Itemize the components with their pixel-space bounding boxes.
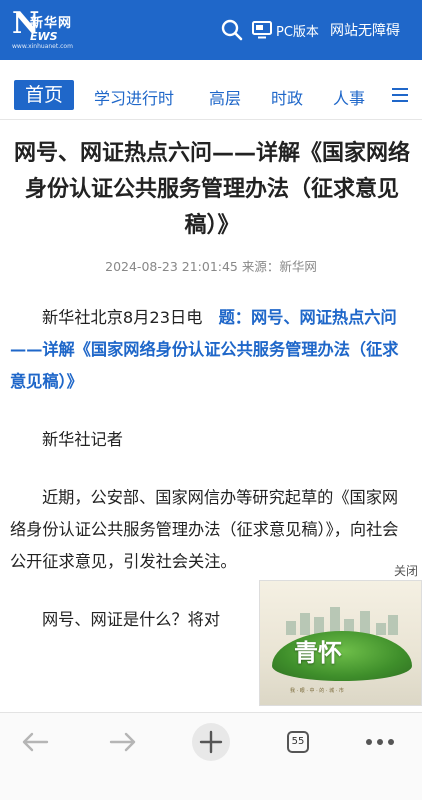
forward-button[interactable] [105, 727, 141, 757]
pc-version-label: PC版本 [276, 24, 319, 40]
mobile-browser-page: N 新华网 EWS www.xinhuanet.com PC版本 网站无障碍 首… [0, 0, 422, 800]
article-meta: 2024-08-23 21:01:45 来源：新华网 [105, 259, 317, 274]
nav-item-personnel[interactable]: 人事 [333, 85, 365, 109]
arrow-left-icon [22, 732, 49, 752]
dateline: 新华社北京8月23日电 [42, 308, 219, 327]
logo-chinese-name: 新华网 [30, 16, 73, 31]
nav-item-study[interactable]: 学习进行时 [94, 85, 174, 109]
logo-url: www.xinhuanet.com [12, 43, 73, 50]
search-icon [221, 19, 243, 41]
leaf-graphic [272, 631, 412, 681]
arrow-right-icon [109, 732, 136, 752]
plus-icon [199, 730, 223, 754]
nav-item-home[interactable]: 首页 [14, 80, 74, 110]
nav-item-leadership[interactable]: 高层 [209, 85, 241, 109]
search-button[interactable] [220, 18, 244, 42]
article-title: 网号、网证热点六问——详解《国家网络身份认证公共服务管理办法（征求意见稿）》 [14, 141, 411, 238]
article-lead-paragraph: 新华社北京8月23日电 题：网号、网证热点六问——详解《国家网络身份认证公共服务… [10, 302, 412, 398]
floating-ad[interactable]: 关闭 青怀 我 · 眼 · 中 · 的 · 城 · 市 [259, 562, 422, 706]
more-button[interactable] [362, 727, 398, 757]
ad-close-button[interactable]: 关闭 [394, 562, 418, 579]
tab-count-badge: 55 [287, 731, 309, 753]
browser-toolbar: 55 [0, 712, 422, 800]
ad-headline: 青怀 [294, 638, 342, 667]
ad-image[interactable]: 青怀 我 · 眼 · 中 · 的 · 城 · 市 [259, 580, 422, 706]
article-paragraph: 新华社记者 [42, 430, 123, 449]
xinhuanet-logo[interactable]: N 新华网 EWS www.xinhuanet.com [12, 9, 88, 51]
accessibility-button[interactable]: 网站无障碍 [330, 20, 400, 40]
logo-ews: EWS [30, 30, 58, 43]
channel-nav: 首页 学习进行时 高层 时政 人事 [0, 72, 422, 120]
more-dots-icon [366, 739, 394, 745]
back-button[interactable] [17, 727, 53, 757]
nav-item-politics[interactable]: 时政 [271, 85, 303, 109]
menu-icon[interactable] [392, 88, 408, 104]
ad-subline: 我 · 眼 · 中 · 的 · 城 · 市 [290, 688, 344, 694]
site-header: N 新华网 EWS www.xinhuanet.com PC版本 网站无障碍 [0, 0, 422, 60]
new-tab-button[interactable] [192, 723, 230, 761]
monitor-icon [252, 21, 272, 39]
pc-version-button[interactable]: PC版本 [252, 17, 319, 43]
tabs-button[interactable]: 55 [280, 727, 316, 757]
